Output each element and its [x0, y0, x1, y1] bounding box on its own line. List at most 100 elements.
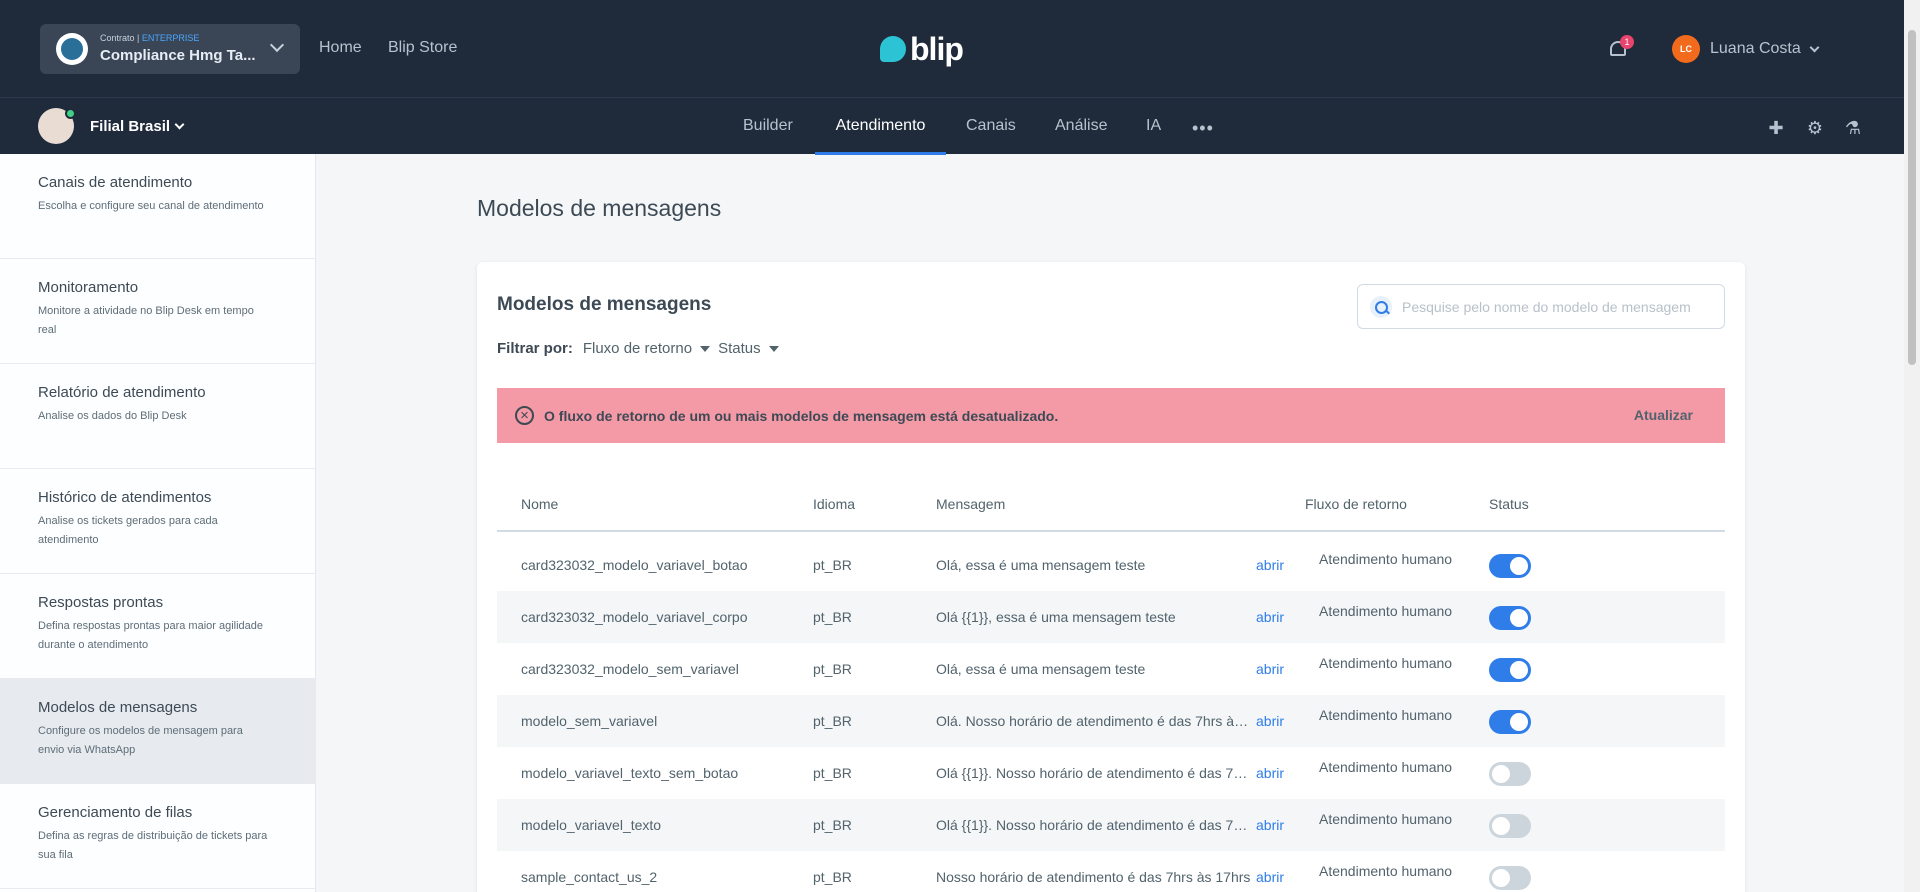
cell-lang: pt_BR — [813, 869, 852, 885]
header-idioma[interactable]: Idioma — [813, 496, 855, 512]
search-input[interactable] — [1402, 295, 1712, 319]
tab-analise[interactable]: Análise — [1055, 98, 1107, 155]
notification-badge: 1 — [1620, 35, 1634, 49]
status-toggle[interactable] — [1489, 814, 1531, 838]
sidebar-item-desc: Defina respostas prontas para maior agil… — [38, 620, 264, 651]
tab-ia[interactable]: IA — [1146, 98, 1161, 155]
flask-icon[interactable]: ⚗ — [1843, 118, 1863, 138]
cell-flow: Atendimento humano — [1319, 707, 1453, 723]
templates-card: Modelos de mensagens Filtrar por: Fluxo … — [477, 262, 1745, 892]
filter-fluxo-label: Fluxo de retorno — [582, 340, 693, 357]
contract-selector[interactable]: Contrato | ENTERPRISE Compliance Hmg Ta.… — [40, 24, 300, 74]
header-status[interactable]: Status — [1489, 496, 1529, 512]
bot-name: Filial Brasil — [90, 117, 171, 135]
cell-name: sample_contact_us_2 — [521, 869, 658, 885]
table-row: modelo_variavel_texto pt_BR Olá {{1}}. N… — [497, 799, 1725, 851]
card-title: Modelos de mensagens — [497, 294, 712, 315]
sidebar-item-modelos[interactable]: Modelos de mensagens Configure os modelo… — [0, 679, 316, 784]
alert-message: O fluxo de retorno de um ou mais modelos… — [544, 408, 1059, 424]
cell-lang: pt_BR — [813, 713, 852, 729]
nav-home[interactable]: Home — [319, 39, 362, 57]
cell-flow: Atendimento humano — [1319, 655, 1453, 671]
top-bar: Contrato | ENTERPRISE Compliance Hmg Ta.… — [0, 0, 1904, 97]
cell-message: Olá {{1}}, essa é uma mensagem teste — [936, 609, 1176, 625]
scrollbar-thumb[interactable] — [1908, 30, 1916, 365]
update-button[interactable]: Atualizar — [1634, 407, 1693, 423]
header-mensagem[interactable]: Mensagem — [936, 496, 1005, 512]
open-link[interactable]: abrir — [1256, 869, 1284, 885]
scrollbar[interactable] — [1904, 0, 1920, 892]
open-link[interactable]: abrir — [1256, 661, 1284, 677]
filter-fluxo-dropdown[interactable]: Fluxo de retorno — [582, 340, 711, 357]
status-toggle[interactable] — [1489, 658, 1531, 682]
sidebar-item-title: Relatório de atendimento — [38, 384, 206, 401]
cell-message: Nosso horário de atendimento é das 7hrs … — [936, 869, 1251, 885]
open-link[interactable]: abrir — [1256, 557, 1284, 573]
sidebar-item-monitoramento[interactable]: Monitoramento Monitore a atividade no Bl… — [0, 259, 316, 364]
open-link[interactable]: abrir — [1256, 765, 1284, 781]
sidebar-item-desc: Configure os modelos de mensagem para en… — [38, 725, 243, 756]
sidebar-item-title: Histórico de atendimentos — [38, 489, 212, 506]
tab-builder[interactable]: Builder — [743, 98, 793, 155]
bot-selector[interactable]: Filial Brasil — [38, 108, 185, 144]
contract-name: Compliance Hmg Ta... — [100, 47, 256, 64]
bot-bar: Filial Brasil Builder Atendimento Canais… — [0, 97, 1904, 155]
tab-atendimento[interactable]: Atendimento — [815, 98, 946, 155]
tab-canais[interactable]: Canais — [966, 98, 1016, 155]
cell-lang: pt_BR — [813, 661, 852, 677]
alert-banner: × O fluxo de retorno de um ou mais model… — [497, 388, 1725, 443]
bot-avatar — [38, 108, 76, 144]
user-avatar: LC — [1672, 35, 1700, 63]
cell-flow: Atendimento humano — [1319, 863, 1453, 879]
open-link[interactable]: abrir — [1256, 713, 1284, 729]
table-row: modelo_sem_variavel pt_BR Olá. Nosso hor… — [497, 695, 1725, 747]
cell-name: card323032_modelo_variavel_corpo — [521, 609, 748, 625]
status-toggle[interactable] — [1489, 554, 1531, 578]
sidebar-item-desc: Defina as regras de distribuição de tick… — [38, 830, 268, 861]
filter-status-dropdown[interactable]: Status — [718, 340, 779, 357]
blip-logo[interactable]: blip — [880, 30, 964, 67]
online-status-icon — [65, 108, 76, 119]
cell-name: card323032_modelo_sem_variavel — [521, 661, 739, 677]
close-circle-icon: × — [515, 406, 534, 425]
cell-flow: Atendimento humano — [1319, 551, 1453, 567]
cell-name: modelo_variavel_texto_sem_botao — [521, 765, 739, 781]
cell-message: Olá {{1}}. Nosso horário de atendimento … — [936, 817, 1254, 833]
status-toggle[interactable] — [1489, 710, 1531, 734]
puzzle-icon[interactable]: ✚ — [1766, 118, 1786, 138]
filter-bar: Filtrar por: Fluxo de retorno Status — [497, 340, 787, 357]
table-row: card323032_modelo_sem_variavel pt_BR Olá… — [497, 643, 1725, 695]
sidebar-item-filas[interactable]: Gerenciamento de filas Defina as regras … — [0, 784, 316, 889]
cell-lang: pt_BR — [813, 609, 852, 625]
more-icon[interactable]: ••• — [1192, 118, 1214, 139]
status-toggle[interactable] — [1489, 762, 1531, 786]
logo-text: blip — [910, 30, 964, 67]
filter-status-label: Status — [718, 340, 761, 357]
contract-avatar — [56, 33, 88, 65]
gear-icon[interactable]: ⚙ — [1805, 118, 1825, 138]
header-fluxo[interactable]: Fluxo de retorno — [1305, 496, 1407, 512]
sidebar-item-respostas[interactable]: Respostas prontas Defina respostas pront… — [0, 574, 316, 679]
cell-message: Olá, essa é uma mensagem teste — [936, 557, 1146, 573]
cell-name: modelo_variavel_texto — [521, 817, 662, 833]
sidebar-item-title: Canais de atendimento — [38, 174, 193, 191]
status-toggle[interactable] — [1489, 606, 1531, 630]
search-box[interactable] — [1357, 284, 1725, 329]
sidebar-item-relatorio[interactable]: Relatório de atendimento Analise os dado… — [0, 364, 316, 469]
sidebar-item-title: Respostas prontas — [38, 594, 164, 611]
user-menu[interactable]: LC Luana Costa — [1672, 35, 1820, 63]
cell-flow: Atendimento humano — [1319, 603, 1453, 619]
cell-lang: pt_BR — [813, 765, 852, 781]
notifications-button[interactable]: 1 — [1608, 35, 1634, 60]
table-header: Nome Idioma Mensagem Fluxo de retorno St… — [497, 476, 1725, 532]
user-name: Luana Costa — [1710, 40, 1801, 57]
open-link[interactable]: abrir — [1256, 609, 1284, 625]
page-title: Modelos de mensagens — [477, 195, 722, 221]
header-nome[interactable]: Nome — [521, 496, 558, 512]
status-toggle[interactable] — [1489, 866, 1531, 890]
open-link[interactable]: abrir — [1256, 817, 1284, 833]
sidebar-item-historico[interactable]: Histórico de atendimentos Analise os tic… — [0, 469, 316, 574]
nav-blip-store[interactable]: Blip Store — [388, 39, 457, 57]
sidebar-item-canais[interactable]: Canais de atendimento Escolha e configur… — [0, 154, 316, 259]
sidebar-item-title: Gerenciamento de filas — [38, 804, 193, 821]
